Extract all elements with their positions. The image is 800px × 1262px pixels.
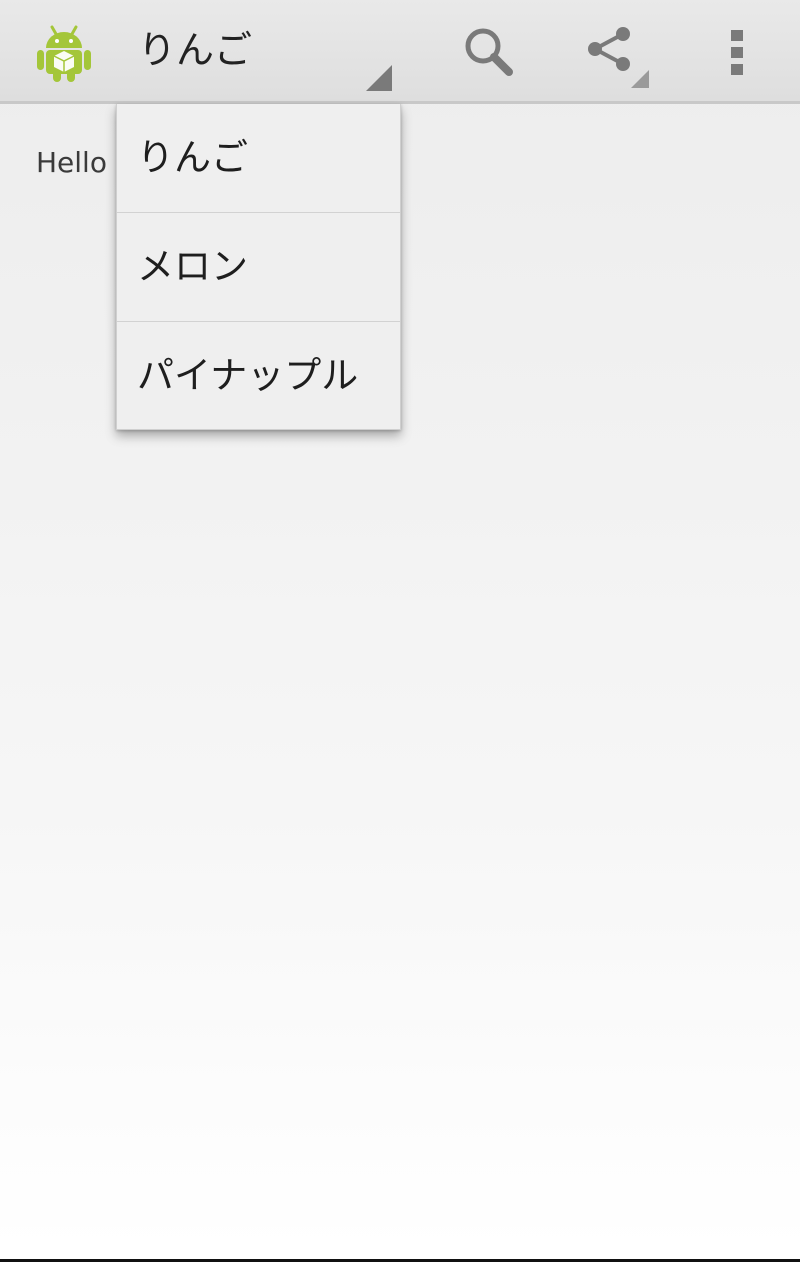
dropdown-item-pineapple[interactable]: パイナップル <box>117 321 400 429</box>
hello-text: Hello <box>36 146 107 179</box>
dropdown-item-melon[interactable]: メロン <box>117 212 400 320</box>
share-button[interactable] <box>565 0 665 104</box>
dropdown-item-label: メロン <box>137 245 248 288</box>
spinner-dropdown-indicator-icon <box>366 65 392 91</box>
navigation-spinner[interactable]: りんご <box>116 0 401 104</box>
share-icon <box>588 27 649 88</box>
overflow-menu-icon <box>731 30 743 75</box>
spinner-selected-label: りんご <box>138 28 253 72</box>
dropdown-item-apple[interactable]: りんご <box>117 104 400 212</box>
dropdown-item-label: りんご <box>137 136 248 179</box>
action-bar: りんご <box>0 0 800 104</box>
overflow-menu-button[interactable] <box>700 0 776 104</box>
android-icon[interactable] <box>32 20 96 84</box>
spinner-dropdown-menu: りんご メロン パイナップル <box>116 104 401 430</box>
dropdown-item-label: パイナップル <box>137 354 359 397</box>
search-button[interactable] <box>445 0 535 104</box>
search-icon <box>465 28 513 76</box>
